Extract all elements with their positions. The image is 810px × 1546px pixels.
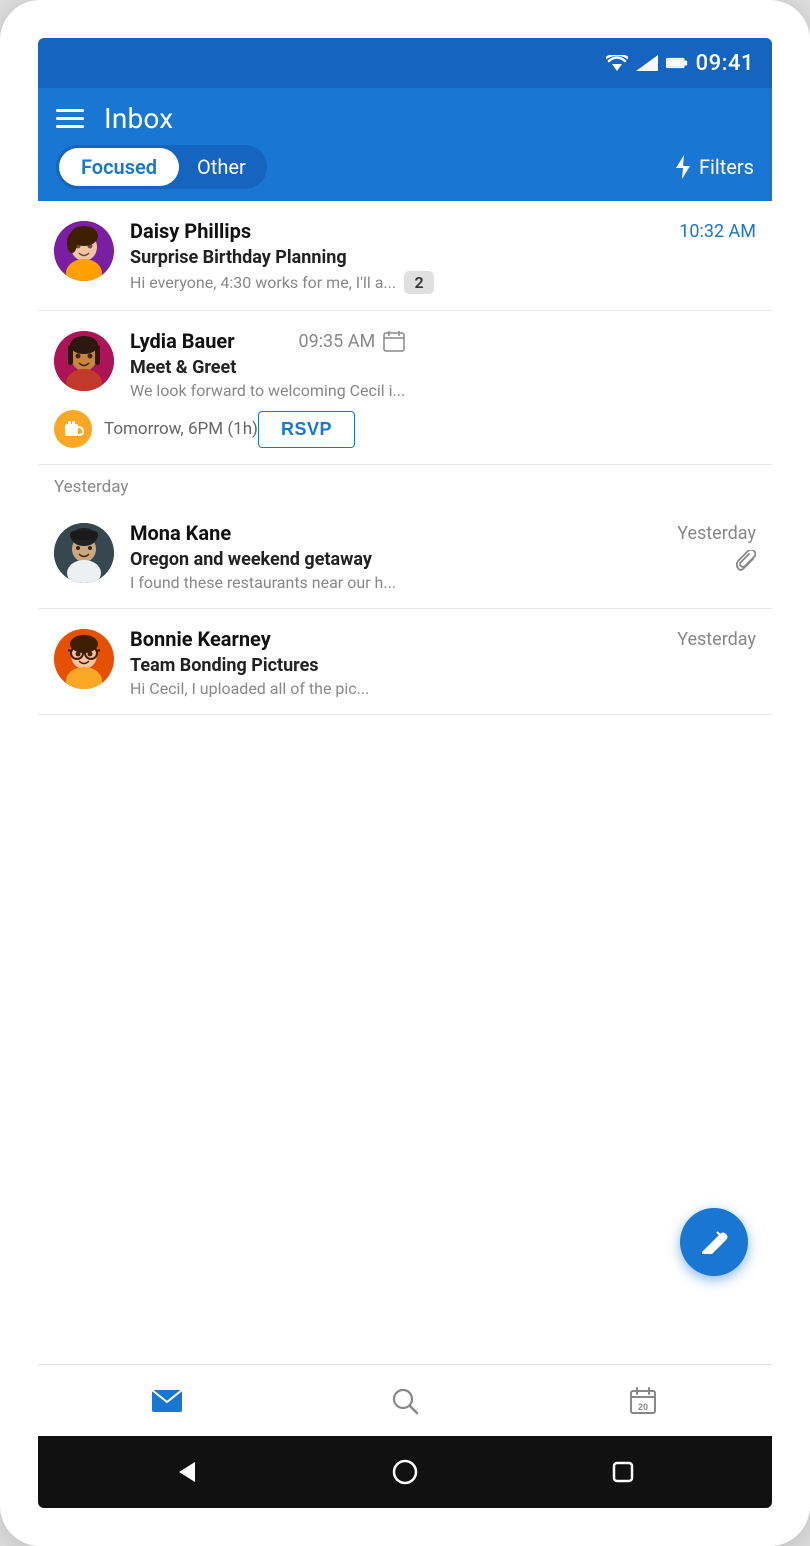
email-item-lydia[interactable]: Lydia Bauer 09:35 AM — [38, 311, 772, 465]
avatar-lydia-image — [54, 331, 114, 391]
rsvp-row-lydia: Tomorrow, 6PM (1h) RSVP — [54, 410, 355, 448]
sender-bonnie: Bonnie Kearney — [130, 627, 271, 651]
tab-other[interactable]: Other — [179, 148, 264, 186]
time-bonnie: Yesterday — [677, 629, 756, 650]
calendar-icon-lydia — [383, 330, 405, 352]
email-header-lydia: Lydia Bauer 09:35 AM — [130, 329, 405, 353]
email-header-daisy: Daisy Phillips 10:32 AM — [130, 219, 756, 243]
rsvp-time-label: Tomorrow, 6PM (1h) — [104, 419, 258, 439]
subject-lydia: Meet & Greet — [130, 357, 405, 378]
subject-daisy: Surprise Birthday Planning — [130, 247, 756, 268]
nav-calendar[interactable]: 20 — [524, 1385, 762, 1417]
pencil-icon — [698, 1226, 730, 1258]
back-arrow-icon — [173, 1458, 201, 1486]
home-button[interactable] — [385, 1452, 425, 1492]
sender-mona: Mona Kane — [130, 521, 231, 545]
svg-text:20: 20 — [638, 1402, 648, 1412]
filters-label: Filters — [699, 155, 754, 179]
rsvp-button[interactable]: RSVP — [258, 411, 355, 448]
email-item-mona[interactable]: Mona Kane Yesterday Oregon and weekend g… — [38, 503, 772, 609]
android-nav-bar — [38, 1436, 772, 1508]
avatar-bonnie-image — [54, 629, 114, 689]
sender-daisy: Daisy Phillips — [130, 219, 251, 243]
search-nav-icon — [389, 1385, 421, 1417]
app-bar: Inbox Focused Other Filters — [38, 88, 772, 201]
app-bar-top: Inbox — [56, 102, 754, 145]
avatar-daisy-image — [54, 221, 114, 281]
attachment-icon-mona — [736, 550, 756, 572]
mail-icon — [151, 1389, 183, 1413]
tab-group: Focused Other — [56, 145, 267, 189]
phone-frame: 09:41 Inbox Focused Other F — [0, 0, 810, 1546]
email-item-daisy[interactable]: Daisy Phillips 10:32 AM Surprise Birthda… — [38, 201, 772, 311]
hamburger-menu-icon[interactable] — [56, 109, 84, 128]
bottom-nav: 20 — [38, 1364, 772, 1436]
nav-mail[interactable] — [48, 1385, 286, 1417]
section-label-yesterday: Yesterday — [38, 465, 772, 503]
battery-icon — [666, 55, 688, 71]
email-content-daisy: Daisy Phillips 10:32 AM Surprise Birthda… — [130, 219, 756, 294]
signal-icon — [636, 55, 658, 71]
nav-search[interactable] — [286, 1385, 524, 1417]
subject-bonnie: Team Bonding Pictures — [130, 655, 756, 676]
lightning-icon — [674, 155, 692, 179]
status-bar: 09:41 — [38, 38, 772, 88]
status-icons: 09:41 — [606, 51, 754, 76]
email-header-mona: Mona Kane Yesterday — [130, 521, 756, 545]
email-list: Daisy Phillips 10:32 AM Surprise Birthda… — [38, 201, 772, 1364]
calendar-nav-icon: 20 — [627, 1385, 659, 1417]
calendar-icon: 20 — [629, 1387, 657, 1415]
email-header-bonnie: Bonnie Kearney Yesterday — [130, 627, 756, 651]
preview-row-daisy: Hi everyone, 4:30 works for me, I'll a..… — [130, 271, 756, 294]
phone-inner: 09:41 Inbox Focused Other F — [38, 38, 772, 1508]
email-item-bonnie[interactable]: Bonnie Kearney Yesterday Team Bonding Pi… — [38, 609, 772, 715]
mail-nav-icon — [151, 1385, 183, 1417]
time-daisy: 10:32 AM — [679, 221, 756, 242]
email-content-bonnie: Bonnie Kearney Yesterday Team Bonding Pi… — [130, 627, 756, 698]
avatar-daisy — [54, 221, 114, 281]
recents-square-icon — [609, 1458, 637, 1486]
coffee-cup-icon — [62, 418, 84, 440]
app-bar-tabs: Focused Other Filters — [56, 145, 754, 201]
avatar-lydia — [54, 331, 114, 391]
time-mona: Yesterday — [677, 523, 756, 544]
status-time: 09:41 — [696, 51, 754, 76]
filters-button[interactable]: Filters — [674, 155, 754, 179]
email-content-lydia: Lydia Bauer 09:35 AM — [130, 329, 405, 400]
avatar-mona-image — [54, 523, 114, 583]
home-circle-icon — [391, 1458, 419, 1486]
event-dot — [54, 410, 92, 448]
avatar-mona — [54, 523, 114, 583]
preview-lydia: We look forward to welcoming Cecil i... — [130, 381, 405, 400]
tab-focused[interactable]: Focused — [59, 148, 179, 186]
preview-daisy: Hi everyone, 4:30 works for me, I'll a..… — [130, 273, 396, 292]
avatar-bonnie — [54, 629, 114, 689]
compose-fab[interactable] — [680, 1208, 748, 1276]
time-lydia: 09:35 AM — [298, 331, 375, 352]
app-title: Inbox — [104, 102, 173, 135]
rsvp-event: Tomorrow, 6PM (1h) — [54, 410, 258, 448]
subject-row-mona: Oregon and weekend getaway — [130, 549, 756, 573]
preview-mona: I found these restaurants near our h... — [130, 573, 756, 592]
subject-mona: Oregon and weekend getaway — [130, 549, 372, 570]
back-button[interactable] — [167, 1452, 207, 1492]
email-content-mona: Mona Kane Yesterday Oregon and weekend g… — [130, 521, 756, 592]
recents-button[interactable] — [603, 1452, 643, 1492]
wifi-icon — [606, 55, 628, 71]
preview-bonnie: Hi Cecil, I uploaded all of the pic... — [130, 679, 756, 698]
search-icon — [391, 1387, 419, 1415]
badge-daisy: 2 — [404, 271, 434, 294]
sender-lydia: Lydia Bauer — [130, 329, 235, 353]
